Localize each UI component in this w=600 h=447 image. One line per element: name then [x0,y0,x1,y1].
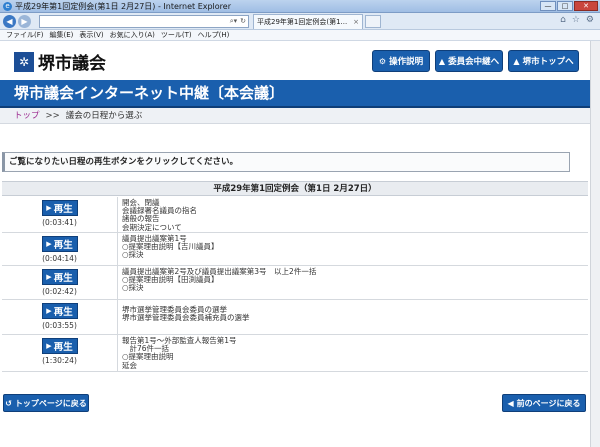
committee-broadcast-button[interactable]: ▲ 委員会中継へ [435,50,503,72]
table-row: ▶ 再生 (0:03:41) 開会、閉議 会議録署名議員の指名 諸般の報告 会期決… [2,197,588,233]
duration: (0:04:14) [42,254,77,263]
navigation-bar: ◀ ▶ ⌕▾ ↻ 平成29年第1回定例会(第1... × ⌂ ☆ ⚙ [0,13,600,30]
play-icon: ▶ [46,204,52,212]
maximize-button[interactable]: □ [557,1,573,11]
browser-tab[interactable]: 平成29年第1回定例会(第1... × [253,13,363,29]
minimize-button[interactable]: — [540,1,556,11]
agenda-table: ▶ 再生 (0:03:41) 開会、閉議 会議録署名議員の指名 諸般の報告 会期決… [2,197,588,372]
ie-icon: e [3,1,12,11]
sakai-top-button[interactable]: ▲ 堺市トップへ [508,50,579,72]
menu-tools[interactable]: ツール(T) [161,30,192,40]
gear-icon[interactable]: ⚙ [586,15,594,25]
table-row: ▶ 再生 (1:30:24) 報告第1号～外部監査人報告第1号 計76件一括 ○提… [2,335,588,372]
address-bar[interactable]: ⌕▾ ↻ [39,14,249,28]
menu-bar: ファイル(F) 編集(E) 表示(V) お気に入り(A) ツール(T) ヘルプ(… [0,30,600,41]
back-arrow-icon[interactable]: ◀ [3,14,16,28]
return-arrow-icon: ↺ [5,398,12,408]
operation-guide-button[interactable]: ⚙ 操作説明 [372,50,430,72]
refresh-icon[interactable]: ↻ [240,17,246,25]
breadcrumb: トップ >> 議会の日程から選ぶ [0,108,600,124]
breadcrumb-top-link[interactable]: トップ [14,111,40,121]
menu-favorites[interactable]: お気に入り(A) [110,30,155,40]
close-window-button[interactable]: ✕ [574,1,598,11]
play-button[interactable]: ▶ 再生 [41,236,78,252]
table-row: ▶ 再生 (0:03:55) 堺市選挙管理委員会委員の選挙 堺市選挙管理委員会委員… [2,300,588,335]
page-scrollbar[interactable] [590,41,600,447]
menu-view[interactable]: 表示(V) [79,30,103,40]
page-title: 堺市議会インターネット中継〔本会議〕 [0,80,600,108]
forward-arrow-icon[interactable]: ▶ [18,14,31,28]
page-content: ✲ 堺市議会 ⚙ 操作説明 ▲ 委員会中継へ ▲ 堺市トップへ 堺市議会インター… [0,41,600,447]
window-title: 平成29年第1回定例会(第1日 2月27日) - Internet Explor… [15,1,232,11]
menu-file[interactable]: ファイル(F) [6,30,44,40]
session-header: 平成29年第1回定例会（第1日 2月27日） [2,181,588,196]
tab-title: 平成29年第1回定例会(第1... [257,17,348,26]
tab-close-icon[interactable]: × [353,18,359,26]
play-cell: ▶ 再生 (0:03:41) [2,197,118,232]
play-icon: ▶ [46,342,52,350]
logo-text: 堺市議会 [38,54,106,74]
home-icon[interactable]: ⌂ [560,15,566,25]
play-cell: ▶ 再生 (0:03:55) [2,300,118,334]
play-button[interactable]: ▶ 再生 [41,200,78,216]
agenda-description: 堺市選挙管理委員会委員の選挙 堺市選挙管理委員会委員補充員の選挙 [122,305,250,323]
favorites-star-icon[interactable]: ☆ [572,15,580,25]
agenda-description: 議員提出議案第2号及び議員提出議案第3号 以上2件一括 ○提案理由説明【田渕議員… [122,267,317,293]
site-header: ✲ 堺市議会 ⚙ 操作説明 ▲ 委員会中継へ ▲ 堺市トップへ [0,41,600,80]
play-cell: ▶ 再生 (1:30:24) [2,335,118,371]
play-icon: ▶ [46,307,52,315]
play-icon: ▶ [46,273,52,281]
agenda-description: 議員提出議案第1号 ○提案理由説明【吉川議員】 ○採決 [122,234,219,260]
play-button[interactable]: ▶ 再生 [41,303,78,319]
menu-edit[interactable]: 編集(E) [50,30,74,40]
table-row: ▶ 再生 (0:04:14) 議員提出議案第1号 ○提案理由説明【吉川議員】 ○採… [2,233,588,266]
breadcrumb-current: 議会の日程から選ぶ [65,111,143,121]
site-logo[interactable]: ✲ 堺市議会 [14,49,106,74]
back-to-previous-button[interactable]: ◀ 前のページに戻る [502,394,586,412]
duration: (0:03:55) [42,321,77,330]
gear-icon: ⚙ [378,56,387,66]
window-controls: — □ ✕ [540,1,598,11]
back-to-top-button[interactable]: ↺ トップページに戻る [3,394,89,412]
breadcrumb-separator: >> [45,111,60,121]
triangle-icon: ▲ [513,56,520,66]
triangle-icon: ▲ [438,56,446,66]
play-cell: ▶ 再生 (0:02:42) [2,266,118,299]
browser-tools: ⌂ ☆ ⚙ [560,15,594,25]
play-icon: ▶ [46,240,52,248]
menu-help[interactable]: ヘルプ(H) [198,30,230,40]
left-triangle-icon: ◀ [507,398,514,408]
search-icon[interactable]: ⌕▾ [230,17,237,26]
agenda-description: 開会、閉議 会議録署名議員の指名 諸般の報告 会期決定について [122,198,197,232]
play-cell: ▶ 再生 (0:04:14) [2,233,118,265]
duration: (0:02:42) [42,287,77,296]
duration: (1:30:24) [42,356,77,365]
play-button[interactable]: ▶ 再生 [41,338,78,354]
play-button[interactable]: ▶ 再生 [41,269,78,285]
duration: (0:03:41) [42,218,77,227]
new-tab-button[interactable] [365,14,381,28]
agenda-description: 報告第1号～外部監査人報告第1号 計76件一括 ○提案理由説明 延会 [122,336,237,370]
window-titlebar: e 平成29年第1回定例会(第1日 2月27日) - Internet Expl… [0,0,600,13]
instruction-box: ご覧になりたい日程の再生ボタンをクリックしてください。 [2,152,570,172]
table-row: ▶ 再生 (0:02:42) 議員提出議案第2号及び議員提出議案第3号 以上2件一… [2,266,588,300]
sakai-emblem-icon: ✲ [14,51,34,72]
